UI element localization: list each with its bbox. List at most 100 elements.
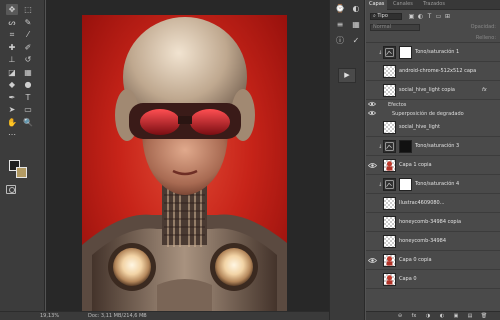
- color-icon[interactable]: ◐: [350, 4, 362, 14]
- layer-thumbnail[interactable]: [383, 84, 396, 97]
- layer-thumbnail[interactable]: [383, 254, 396, 267]
- document-size-info[interactable]: Doc: 3,11 MB/214,6 MB: [88, 312, 147, 320]
- link-layers-icon[interactable]: ⊖: [396, 313, 404, 320]
- layer-row[interactable]: Capa 0: [366, 271, 500, 289]
- status-menu-arrow[interactable]: ›: [143, 312, 145, 320]
- layer-name[interactable]: Capa 0 copia: [399, 257, 432, 263]
- lasso-tool-icon[interactable]: ᔕ: [6, 17, 18, 28]
- visibility-toggle[interactable]: [368, 124, 378, 132]
- layer-row[interactable]: android-chrome-512x512 capa: [366, 63, 500, 81]
- visibility-toggle[interactable]: [368, 49, 378, 57]
- layer-row[interactable]: Ilustrac4609080...: [366, 195, 500, 213]
- eye-icon[interactable]: [367, 257, 378, 265]
- add-mask-icon[interactable]: ◑: [424, 313, 432, 320]
- blur-tool-icon[interactable]: ◆: [6, 79, 18, 90]
- layer-name[interactable]: Capa 1 copia: [399, 162, 432, 168]
- brush-tool-icon[interactable]: ✐: [22, 42, 34, 53]
- layer-row[interactable]: social_hive_light: [366, 119, 500, 137]
- swatches-icon[interactable]: ▦: [350, 20, 362, 30]
- eye-icon[interactable]: [367, 162, 378, 170]
- layer-name[interactable]: honeycomb-34984 copia: [399, 219, 461, 225]
- layer-mask-thumbnail[interactable]: [399, 46, 412, 59]
- history-icon[interactable]: ⌚: [334, 4, 346, 14]
- layer-mask-thumbnail[interactable]: [399, 178, 412, 191]
- layer-name[interactable]: social_hive_light: [399, 124, 440, 130]
- spot-healing-tool-icon[interactable]: ✚: [6, 42, 18, 53]
- layer-thumbnail[interactable]: [383, 46, 396, 59]
- layer-row[interactable]: Capa 1 copia: [366, 157, 500, 175]
- layer-row[interactable]: social_hive_light copia fx: [366, 82, 500, 100]
- layer-fx-icon[interactable]: fx: [482, 87, 487, 93]
- tab-canales[interactable]: Canales: [390, 0, 416, 10]
- layer-row[interactable]: ↓ Tono/saturación 3: [366, 138, 500, 156]
- filter-pixel-icon[interactable]: ▣: [408, 13, 415, 20]
- quick-mask-icon[interactable]: [6, 185, 16, 194]
- visibility-toggle[interactable]: [368, 238, 378, 246]
- document-canvas-area[interactable]: [46, 0, 329, 313]
- clone-stamp-tool-icon[interactable]: ⊥: [6, 54, 18, 65]
- new-adjustment-icon[interactable]: ◐: [438, 313, 446, 320]
- visibility-toggle[interactable]: [368, 219, 378, 227]
- zoom-level[interactable]: 19,13%: [40, 312, 59, 320]
- layer-row[interactable]: Capa 0 copia: [366, 252, 500, 270]
- new-group-icon[interactable]: ▣: [452, 313, 460, 320]
- hand-tool-icon[interactable]: ✋: [6, 117, 18, 128]
- visibility-toggle[interactable]: [368, 200, 378, 208]
- layer-name[interactable]: Tono/saturación 4: [415, 181, 459, 187]
- opacity-label[interactable]: Opacidad:: [456, 24, 496, 31]
- visibility-toggle[interactable]: [368, 68, 378, 76]
- blend-mode-select[interactable]: Normal: [370, 24, 420, 31]
- history-brush-tool-icon[interactable]: ↺: [22, 54, 34, 65]
- new-layer-icon[interactable]: ▤: [466, 313, 474, 320]
- layer-name[interactable]: social_hive_light copia: [399, 87, 455, 93]
- layer-row[interactable]: ↓ Tono/saturación 4: [366, 176, 500, 194]
- layer-row[interactable]: ↓ Tono/saturación 1: [366, 44, 500, 62]
- tab-trazados[interactable]: Trazados: [420, 0, 448, 10]
- visibility-toggle[interactable]: [368, 143, 378, 151]
- delete-layer-icon[interactable]: 🗑: [480, 313, 488, 320]
- layer-thumbnail[interactable]: [383, 216, 396, 229]
- layer-name[interactable]: honeycomb-34984: [399, 238, 446, 244]
- move-tool-icon[interactable]: ✥: [6, 4, 18, 15]
- layer-row[interactable]: honeycomb-34984: [366, 233, 500, 251]
- visibility-toggle[interactable]: [368, 276, 378, 284]
- eye-icon[interactable]: [367, 110, 377, 118]
- add-style-icon[interactable]: fx: [410, 313, 418, 320]
- layer-name[interactable]: android-chrome-512x512 capa: [399, 68, 476, 74]
- layer-name[interactable]: Tono/saturación 3: [415, 143, 459, 149]
- layer-thumbnail[interactable]: [383, 65, 396, 78]
- properties-icon[interactable]: ≡: [334, 20, 346, 30]
- filter-adjustment-icon[interactable]: ◐: [417, 13, 424, 20]
- background-color-swatch[interactable]: [16, 167, 27, 178]
- layer-row[interactable]: honeycomb-34984 copia: [366, 214, 500, 232]
- layer-mask-thumbnail[interactable]: [399, 140, 412, 153]
- robot-portrait-artwork[interactable]: [82, 15, 287, 313]
- eye-icon[interactable]: [367, 101, 377, 109]
- filter-type-icon[interactable]: T: [426, 13, 433, 20]
- layer-thumbnail[interactable]: [383, 235, 396, 248]
- layer-thumbnail[interactable]: [383, 273, 396, 286]
- filter-kind-select[interactable]: ⌕ Tipo: [370, 13, 402, 20]
- layer-thumbnail[interactable]: [383, 178, 396, 191]
- pen-tool-icon[interactable]: ✒: [6, 92, 18, 103]
- tab-capas[interactable]: Capas: [366, 0, 388, 10]
- layer-name[interactable]: Tono/saturación 1: [415, 49, 459, 55]
- type-tool-icon[interactable]: T: [22, 92, 34, 103]
- layer-thumbnail[interactable]: [383, 197, 396, 210]
- rectangle-tool-icon[interactable]: ▭: [22, 104, 34, 115]
- gradient-tool-icon[interactable]: ▦: [22, 67, 34, 78]
- layer-effect-row[interactable]: Superposición de degradado: [366, 110, 500, 118]
- play-action-icon[interactable]: ▶: [338, 68, 356, 83]
- zoom-tool-icon[interactable]: 🔍: [22, 117, 34, 128]
- layer-thumbnail[interactable]: [383, 140, 396, 153]
- layer-name[interactable]: Ilustrac4609080...: [399, 200, 445, 206]
- dodge-tool-icon[interactable]: ●: [22, 79, 34, 90]
- path-selection-tool-icon[interactable]: ➤: [6, 104, 18, 115]
- more-tools-icon[interactable]: ⋯: [6, 129, 18, 140]
- eraser-tool-icon[interactable]: ◪: [6, 67, 18, 78]
- filter-smart-icon[interactable]: ⊞: [444, 13, 451, 20]
- marquee-tool-icon[interactable]: ⬚: [22, 4, 34, 15]
- layer-thumbnail[interactable]: [383, 159, 396, 172]
- fill-label[interactable]: Relleno:: [456, 35, 496, 42]
- layer-thumbnail[interactable]: [383, 121, 396, 134]
